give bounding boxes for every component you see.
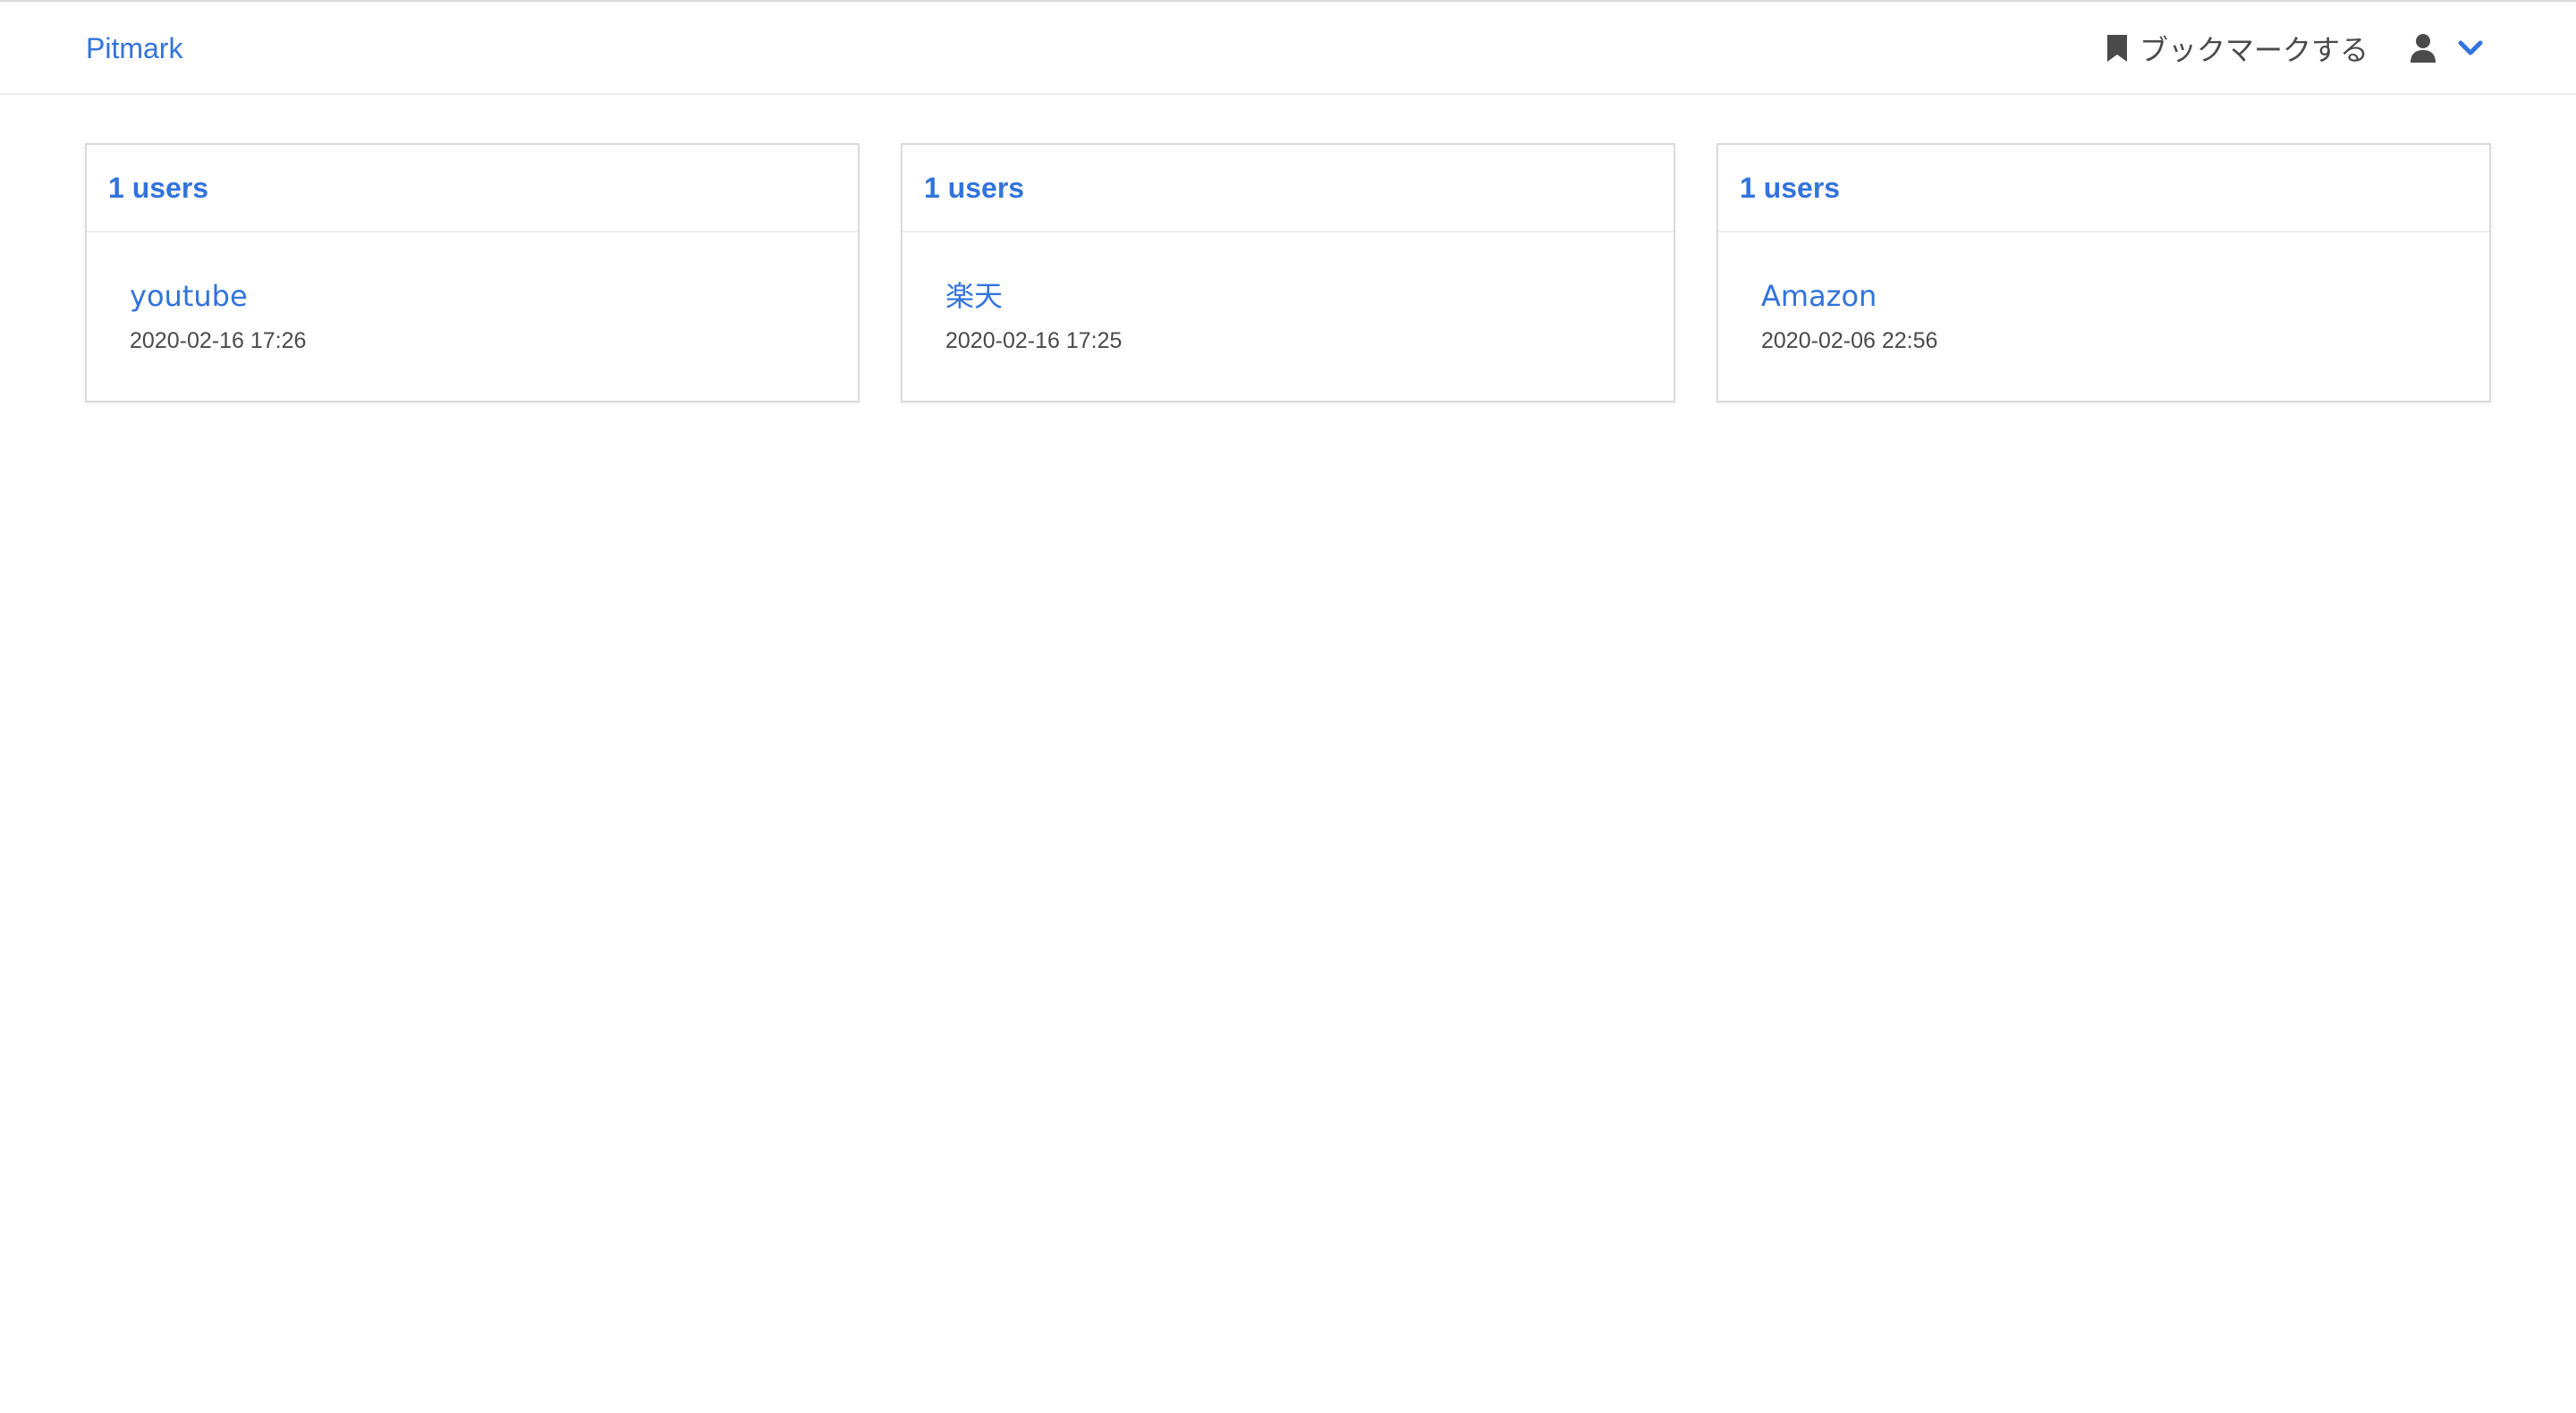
bookmark-icon xyxy=(2106,33,2129,63)
user-count-link[interactable]: 1 users xyxy=(108,172,208,205)
bookmark-button[interactable]: ブックマークする xyxy=(2106,2,2368,95)
bookmark-date: 2020-02-06 22:56 xyxy=(1761,328,1938,353)
card-content: Amazon 2020-02-06 22:56 xyxy=(1718,233,2489,354)
user-menu-dropdown[interactable] xyxy=(2410,2,2483,95)
site-link[interactable]: youtube xyxy=(130,279,858,313)
site-link[interactable]: Amazon xyxy=(1761,279,2489,313)
card-header: 1 users xyxy=(902,145,1674,233)
navbar: Pitmark ブックマークする xyxy=(0,2,2576,95)
bookmark-card: 1 users youtube 2020-02-16 17:26 xyxy=(85,143,860,402)
bookmark-button-label: ブックマークする xyxy=(2140,33,2369,67)
bookmark-date: 2020-02-16 17:26 xyxy=(130,328,307,353)
chevron-down-icon xyxy=(2458,39,2483,57)
card-content: 楽天 2020-02-16 17:25 xyxy=(902,233,1674,354)
user-count-link[interactable]: 1 users xyxy=(1740,172,1840,205)
card-header: 1 users xyxy=(1718,145,2489,233)
bookmark-card: 1 users 楽天 2020-02-16 17:25 xyxy=(901,143,1675,402)
brand-link[interactable]: Pitmark xyxy=(86,2,182,95)
bookmark-date: 2020-02-16 17:25 xyxy=(945,328,1123,353)
card-header: 1 users xyxy=(87,145,858,233)
user-count-link[interactable]: 1 users xyxy=(924,172,1024,205)
site-link[interactable]: 楽天 xyxy=(945,279,1674,313)
user-icon xyxy=(2410,33,2436,63)
bookmark-card: 1 users Amazon 2020-02-06 22:56 xyxy=(1716,143,2491,402)
card-content: youtube 2020-02-16 17:26 xyxy=(87,233,858,354)
